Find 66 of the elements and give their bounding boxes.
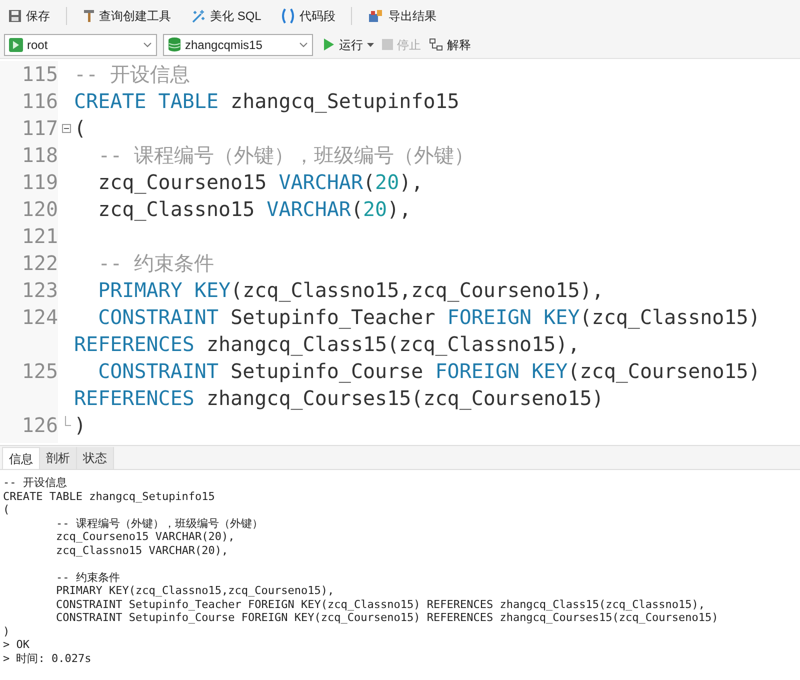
result-tab[interactable]: 状态	[77, 447, 114, 469]
explain-button[interactable]: 解释	[429, 36, 471, 54]
line-number: 125	[22, 359, 58, 383]
code-line: zcq_Courseno15 VARCHAR(20),	[97, 169, 424, 196]
code-line: CONSTRAINT Setupinfo_Course FOREIGN KEY(zcq_Courseno15)	[97, 358, 760, 385]
code-line: -- 约束条件	[97, 250, 214, 277]
line-number: 123	[22, 278, 58, 302]
code-line: CREATE TABLE zhangcq_Setupinfo15	[74, 88, 460, 115]
save-icon	[8, 8, 22, 22]
output-line: CONSTRAINT Setupinfo_Teacher FOREIGN KEY(zcq_Classno15) REFERENCES zhangcq_Class15(zcq_Classno15),	[54, 598, 705, 610]
run-button[interactable]: 运行	[323, 36, 363, 54]
toolbar-button[interactable]: 美化 SQL	[187, 4, 266, 26]
output-line: -- 课程编号（外键），班级编号（外键）	[54, 516, 263, 530]
line-number: 117	[22, 116, 58, 140]
connection-icon	[9, 38, 23, 52]
output-line: -- 开设信息	[3, 476, 67, 489]
line-number: 122	[22, 251, 58, 275]
export-icon	[368, 8, 384, 22]
code-line: REFERENCES zhangcq_Class15(zcq_Classno15),	[74, 331, 580, 358]
connection-select[interactable]: root	[4, 34, 157, 56]
output-line: zcq_Courseno15 VARCHAR(20),	[54, 530, 235, 543]
chevron-down-icon	[143, 42, 152, 48]
line-number: 119	[22, 170, 58, 194]
select-value: zhangcqmis15	[185, 36, 264, 54]
database-select[interactable]: zhangcqmis15	[163, 34, 313, 56]
output-line: > OK	[3, 638, 30, 651]
toolbar-button[interactable]: 导出结果	[364, 4, 440, 26]
output-line: CREATE TABLE zhangcq_Setupinfo15	[3, 490, 215, 502]
parentheses-icon	[281, 8, 296, 24]
code-line: CONSTRAINT Setupinfo_Teacher FOREIGN KEY(zcq_Classno15)	[97, 304, 760, 331]
code-line: REFERENCES zhangcq_Courses15(zcq_Courseno15)	[74, 385, 604, 412]
line-number: 118	[22, 143, 58, 167]
select-value: root	[27, 36, 49, 54]
play-icon	[323, 38, 335, 51]
output-line: )	[3, 624, 10, 638]
line-number: 126	[22, 413, 58, 437]
output-line: (	[3, 503, 10, 516]
output-line: PRIMARY KEY(zcq_Classno15,zcq_Courseno15),	[54, 584, 334, 597]
chevron-down-icon	[299, 42, 308, 48]
output-line: -- 约束条件	[54, 570, 120, 584]
toolbar-button[interactable]: 查询创建工具	[79, 4, 175, 26]
result-tab[interactable]: 信息	[2, 447, 40, 469]
output-line: zcq_Classno15 VARCHAR(20),	[54, 544, 228, 556]
code-line: )	[74, 412, 86, 439]
sparkle-icon	[191, 8, 206, 22]
line-number: 121	[22, 224, 58, 248]
line-number: 115	[22, 62, 58, 86]
fold-icon[interactable]	[62, 124, 70, 133]
code-line: (	[74, 115, 86, 142]
diagram-icon	[429, 38, 443, 52]
line-number: 120	[22, 197, 58, 221]
line-number: 116	[22, 89, 58, 113]
toolbar-button[interactable]: 代码段	[277, 4, 340, 26]
result-tab[interactable]: 剖析	[40, 447, 77, 469]
database-icon	[168, 37, 181, 52]
stop-icon	[382, 39, 393, 50]
caret-icon[interactable]	[367, 42, 374, 46]
line-number: 124	[22, 305, 58, 329]
code-line: zcq_Classno15 VARCHAR(20),	[97, 196, 412, 223]
output-line: CONSTRAINT Setupinfo_Course FOREIGN KEY(zcq_Courseno15) REFERENCES zhangcq_Courses15(zcq_Courseno15)	[54, 611, 718, 624]
code-line: -- 开设信息	[74, 61, 190, 88]
output-line: > 时间: 0.027s	[3, 652, 92, 664]
code-line: PRIMARY KEY(zcq_Classno15,zcq_Courseno15),	[97, 277, 604, 304]
hammer-icon	[83, 8, 95, 22]
code-line: -- 课程编号（外键），班级编号（外键）	[97, 142, 474, 169]
toolbar-button[interactable]: 保存	[4, 4, 54, 26]
